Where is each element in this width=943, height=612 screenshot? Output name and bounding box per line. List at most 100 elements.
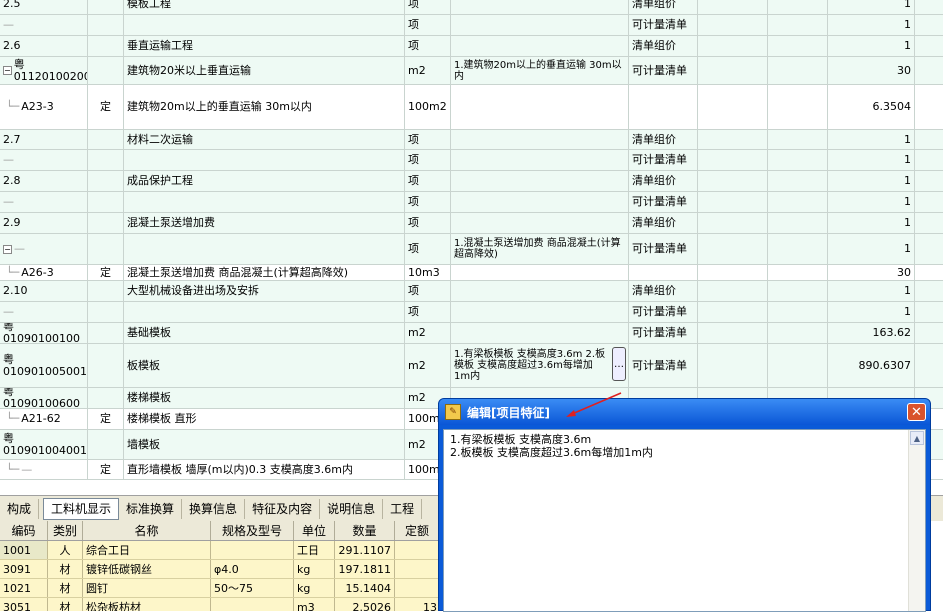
type-cell[interactable]: 定 — [88, 85, 124, 129]
code-cell[interactable]: 2.5 — [0, 0, 88, 14]
material-name-cell[interactable]: 综合工日 — [83, 541, 211, 559]
feature-edit-button[interactable]: … — [612, 347, 626, 381]
code-cell[interactable]: 粤010901004001 — [0, 430, 88, 459]
type-cell[interactable] — [88, 130, 124, 149]
unit-cell[interactable]: 项 — [405, 0, 451, 14]
type-cell[interactable] — [88, 344, 124, 387]
extra2-cell[interactable] — [768, 265, 828, 280]
quantity-cell[interactable]: 1 — [828, 36, 915, 56]
name-cell[interactable]: 成品保护工程 — [124, 171, 405, 191]
category-cell[interactable]: 可计量清单 — [629, 57, 698, 84]
table-row[interactable]: — 项 可计量清单 1 — [0, 15, 943, 36]
type-cell[interactable] — [88, 15, 124, 35]
feature-cell[interactable] — [451, 15, 629, 35]
tab-3[interactable]: 换算信息 — [182, 498, 246, 519]
table-row[interactable]: −粤011201002001 建筑物20米以上垂直运输 m2 1.建筑物20m以上的垂… — [0, 57, 943, 85]
extra2-cell[interactable] — [768, 36, 828, 56]
material-quota-cell[interactable]: 13 — [395, 598, 440, 612]
material-spec-cell[interactable] — [211, 598, 294, 611]
material-qty-cell[interactable]: 2.5026 — [335, 598, 395, 611]
name-cell[interactable]: 板模板 — [124, 344, 405, 387]
category-cell[interactable]: 可计量清单 — [629, 150, 698, 170]
category-cell[interactable]: 清单组价 — [629, 130, 698, 149]
material-qty-cell[interactable]: 197.1811 — [335, 560, 395, 578]
extra2-cell[interactable] — [768, 57, 828, 84]
feature-cell[interactable] — [451, 281, 629, 301]
name-cell[interactable]: 楼梯模板 直形 — [124, 409, 405, 429]
material-row[interactable]: 1001 人综合工日 工日 291.1107 — [0, 541, 440, 560]
feature-cell[interactable]: 1.有梁板模板 支模高度3.6m 2.板模板 支模高度超过3.6m每增加1m内… — [451, 344, 629, 387]
material-spec-cell[interactable]: 50～75 — [211, 579, 294, 597]
table-row[interactable]: − — 项 1.混凝土泵送增加费 商品混凝土(计算超高降效) 可计量清单 1 — [0, 234, 943, 265]
extra2-cell[interactable] — [768, 171, 828, 191]
type-cell[interactable]: 定 — [88, 409, 124, 429]
material-type-cell[interactable]: 人 — [48, 541, 83, 559]
type-cell[interactable] — [88, 430, 124, 459]
code-cell[interactable]: — — [0, 150, 88, 170]
extra2-cell[interactable] — [768, 213, 828, 233]
table-row[interactable]: — 项 可计量清单 1 — [0, 150, 943, 171]
tail-cell[interactable] — [915, 344, 943, 387]
tail-cell[interactable] — [915, 57, 943, 84]
code-cell[interactable]: 2.6 — [0, 36, 88, 56]
unit-cell[interactable]: 10m3 — [405, 265, 451, 280]
name-cell[interactable]: 混凝土泵送增加费 商品混凝土(计算超高降效) — [124, 265, 405, 280]
table-row[interactable]: 粤01090100100 基础模板 m2 可计量清单 163.62 — [0, 323, 943, 344]
category-cell[interactable]: 可计量清单 — [629, 15, 698, 35]
extra-cell[interactable] — [698, 0, 768, 14]
code-cell[interactable]: — — [0, 192, 88, 212]
type-cell[interactable]: 定 — [88, 265, 124, 280]
tail-cell[interactable] — [915, 265, 943, 280]
material-unit-cell[interactable]: 工日 — [294, 541, 335, 559]
tail-cell[interactable] — [915, 213, 943, 233]
extra2-cell[interactable] — [768, 323, 828, 343]
name-cell[interactable] — [124, 192, 405, 212]
tail-cell[interactable] — [915, 150, 943, 170]
quantity-cell[interactable]: 1 — [828, 150, 915, 170]
feature-cell[interactable] — [451, 213, 629, 233]
material-code-cell[interactable]: 3051 — [0, 598, 48, 611]
type-cell[interactable] — [88, 388, 124, 408]
extra-cell[interactable] — [698, 85, 768, 129]
feature-cell[interactable] — [451, 265, 629, 280]
code-cell[interactable]: 2.10 — [0, 281, 88, 301]
unit-cell[interactable]: 项 — [405, 234, 451, 264]
name-cell[interactable]: 墙模板 — [124, 430, 405, 459]
material-qty-cell[interactable]: 291.1107 — [335, 541, 395, 559]
quantity-cell[interactable]: 1 — [828, 130, 915, 149]
material-spec-cell[interactable] — [211, 541, 294, 559]
extra-cell[interactable] — [698, 15, 768, 35]
quantity-cell[interactable]: 1 — [828, 171, 915, 191]
unit-cell[interactable]: 100m2 — [405, 85, 451, 129]
category-cell[interactable]: 可计量清单 — [629, 323, 698, 343]
material-quota-cell[interactable] — [395, 541, 440, 559]
name-cell[interactable]: 大型机械设备进出场及安拆 — [124, 281, 405, 301]
quantity-cell[interactable]: 1 — [828, 302, 915, 322]
tail-cell[interactable] — [915, 130, 943, 149]
feature-cell[interactable] — [451, 302, 629, 322]
unit-cell[interactable]: 项 — [405, 130, 451, 149]
material-type-cell[interactable]: 材 — [48, 598, 83, 611]
extra2-cell[interactable] — [768, 15, 828, 35]
feature-cell[interactable] — [451, 0, 629, 14]
type-cell[interactable] — [88, 192, 124, 212]
category-cell[interactable]: 可计量清单 — [629, 234, 698, 264]
quantity-cell[interactable]: 1 — [828, 234, 915, 264]
material-qty-cell[interactable]: 15.1404 — [335, 579, 395, 597]
feature-cell[interactable] — [451, 171, 629, 191]
column-header[interactable]: 名称 — [83, 521, 211, 540]
type-cell[interactable] — [88, 0, 124, 14]
column-header[interactable]: 单位 — [294, 521, 335, 540]
quantity-cell[interactable]: 1 — [828, 213, 915, 233]
column-header[interactable]: 规格及型号 — [211, 521, 294, 540]
feature-cell[interactable] — [451, 192, 629, 212]
name-cell[interactable]: 材料二次运输 — [124, 130, 405, 149]
quantity-cell[interactable]: 1 — [828, 0, 915, 14]
category-cell[interactable]: 可计量清单 — [629, 192, 698, 212]
feature-cell[interactable] — [451, 36, 629, 56]
extra2-cell[interactable] — [768, 344, 828, 387]
unit-cell[interactable]: m2 — [405, 344, 451, 387]
code-cell[interactable]: 2.9 — [0, 213, 88, 233]
extra-cell[interactable] — [698, 213, 768, 233]
material-code-cell[interactable]: 1001 — [0, 541, 48, 559]
